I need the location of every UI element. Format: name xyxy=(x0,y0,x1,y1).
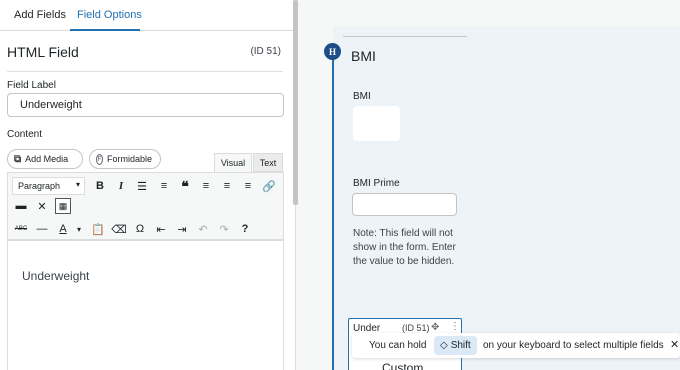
outdent-icon[interactable]: ⇤ xyxy=(153,221,169,237)
panel-scrollbar[interactable] xyxy=(293,0,298,205)
add-media-button[interactable]: ⧉ Add Media xyxy=(7,149,83,169)
content-heading: Content xyxy=(7,129,43,140)
field-type-title: HTML Field xyxy=(7,44,79,60)
italic-icon[interactable]: I xyxy=(113,178,129,194)
insert-more-icon[interactable]: ▬ xyxy=(13,198,29,214)
bold-icon[interactable]: B xyxy=(92,178,108,194)
format-select-value: Paragraph xyxy=(18,181,61,191)
field-label-heading: Field Label xyxy=(7,80,56,91)
align-left-icon[interactable]: ≡ xyxy=(198,178,214,194)
bmi-prime-input[interactable] xyxy=(352,193,457,216)
divider xyxy=(7,71,283,72)
shift-select-tip: You can hold ◇ Shift on your keyboard to… xyxy=(352,333,680,358)
card-custom-text: Custom xyxy=(382,361,424,370)
heading-section-icon: H xyxy=(324,43,341,60)
clear-formatting-icon[interactable]: ⌫ xyxy=(111,221,127,237)
panel-tabs: Add Fields Field Options xyxy=(0,0,296,31)
numbered-list-icon[interactable]: ≡ xyxy=(156,178,172,194)
tab-text[interactable]: Text xyxy=(253,153,283,172)
field-options-panel: Add Fields Field Options HTML Field (ID … xyxy=(0,0,296,370)
hidden-field-note: Note: This field will not show in the fo… xyxy=(353,228,456,267)
move-icon[interactable]: ✥ xyxy=(431,322,439,333)
text-color-chevron-icon[interactable]: ▾ xyxy=(71,221,87,237)
content-editor[interactable]: Underweight xyxy=(7,240,284,370)
formidable-label: Formidable xyxy=(106,154,152,164)
format-select[interactable]: Paragraph ▾ xyxy=(12,177,85,195)
bulleted-list-icon[interactable]: ☰ xyxy=(134,178,150,194)
shift-key-badge: ◇ Shift xyxy=(434,336,477,355)
paste-as-text-icon[interactable]: 📋 xyxy=(90,221,106,237)
fullscreen-icon[interactable]: ✕ xyxy=(34,198,50,214)
indent-icon[interactable]: ⇥ xyxy=(174,221,190,237)
section-title[interactable]: BMI xyxy=(351,48,376,64)
tip-prefix: You can hold xyxy=(369,340,427,351)
tip-suffix: on your keyboard to select multiple fiel… xyxy=(483,340,664,351)
blockquote-icon[interactable]: ❝ xyxy=(177,178,193,194)
align-right-icon[interactable]: ≡ xyxy=(240,178,256,194)
field-label-input[interactable]: Underweight xyxy=(7,93,284,117)
bmi-field-input[interactable] xyxy=(353,106,400,141)
tab-field-options[interactable]: Field Options xyxy=(77,9,142,21)
close-icon[interactable]: ✕ xyxy=(670,338,679,351)
horizontal-line-icon[interactable]: — xyxy=(34,221,50,237)
redo-icon[interactable]: ↷ xyxy=(216,221,232,237)
section-indicator-line xyxy=(332,51,334,370)
bmi-field-label: BMI xyxy=(353,91,371,102)
toolbar-toggle-icon[interactable]: ▦ xyxy=(55,198,71,214)
editor-body-text: Underweight xyxy=(22,269,90,283)
tab-visual[interactable]: Visual xyxy=(214,153,252,172)
bmi-prime-field-label: BMI Prime xyxy=(353,178,400,189)
formidable-button[interactable]: F Formidable xyxy=(89,149,161,169)
special-character-icon[interactable]: Ω xyxy=(132,221,148,237)
strikethrough-icon[interactable]: ABC xyxy=(13,221,29,237)
media-icon: ⧉ xyxy=(14,153,22,165)
editor-toolbar: Paragraph ▾ B I ☰ ≡ ❝ ≡ ≡ ≡ 🔗 ▬ ✕ ▦ ABC … xyxy=(7,172,284,240)
align-center-icon[interactable]: ≡ xyxy=(219,178,235,194)
chevron-down-icon: ▾ xyxy=(75,180,80,189)
shift-key-label: Shift xyxy=(450,340,471,351)
tab-add-fields[interactable]: Add Fields xyxy=(14,9,66,21)
field-id: (ID 51) xyxy=(250,46,281,57)
active-tab-indicator xyxy=(70,29,140,31)
formidable-icon: F xyxy=(96,153,103,165)
divider xyxy=(343,36,467,37)
card-field-id: (ID 51) xyxy=(402,323,430,333)
shift-key-icon: ◇ xyxy=(440,340,448,351)
undo-icon[interactable]: ↶ xyxy=(195,221,211,237)
add-media-label: Add Media xyxy=(25,154,69,164)
link-icon[interactable]: 🔗 xyxy=(261,178,277,194)
help-icon[interactable]: ? xyxy=(237,221,253,237)
text-color-icon[interactable]: A xyxy=(55,221,71,237)
more-options-icon[interactable]: ⋮ xyxy=(450,321,460,332)
